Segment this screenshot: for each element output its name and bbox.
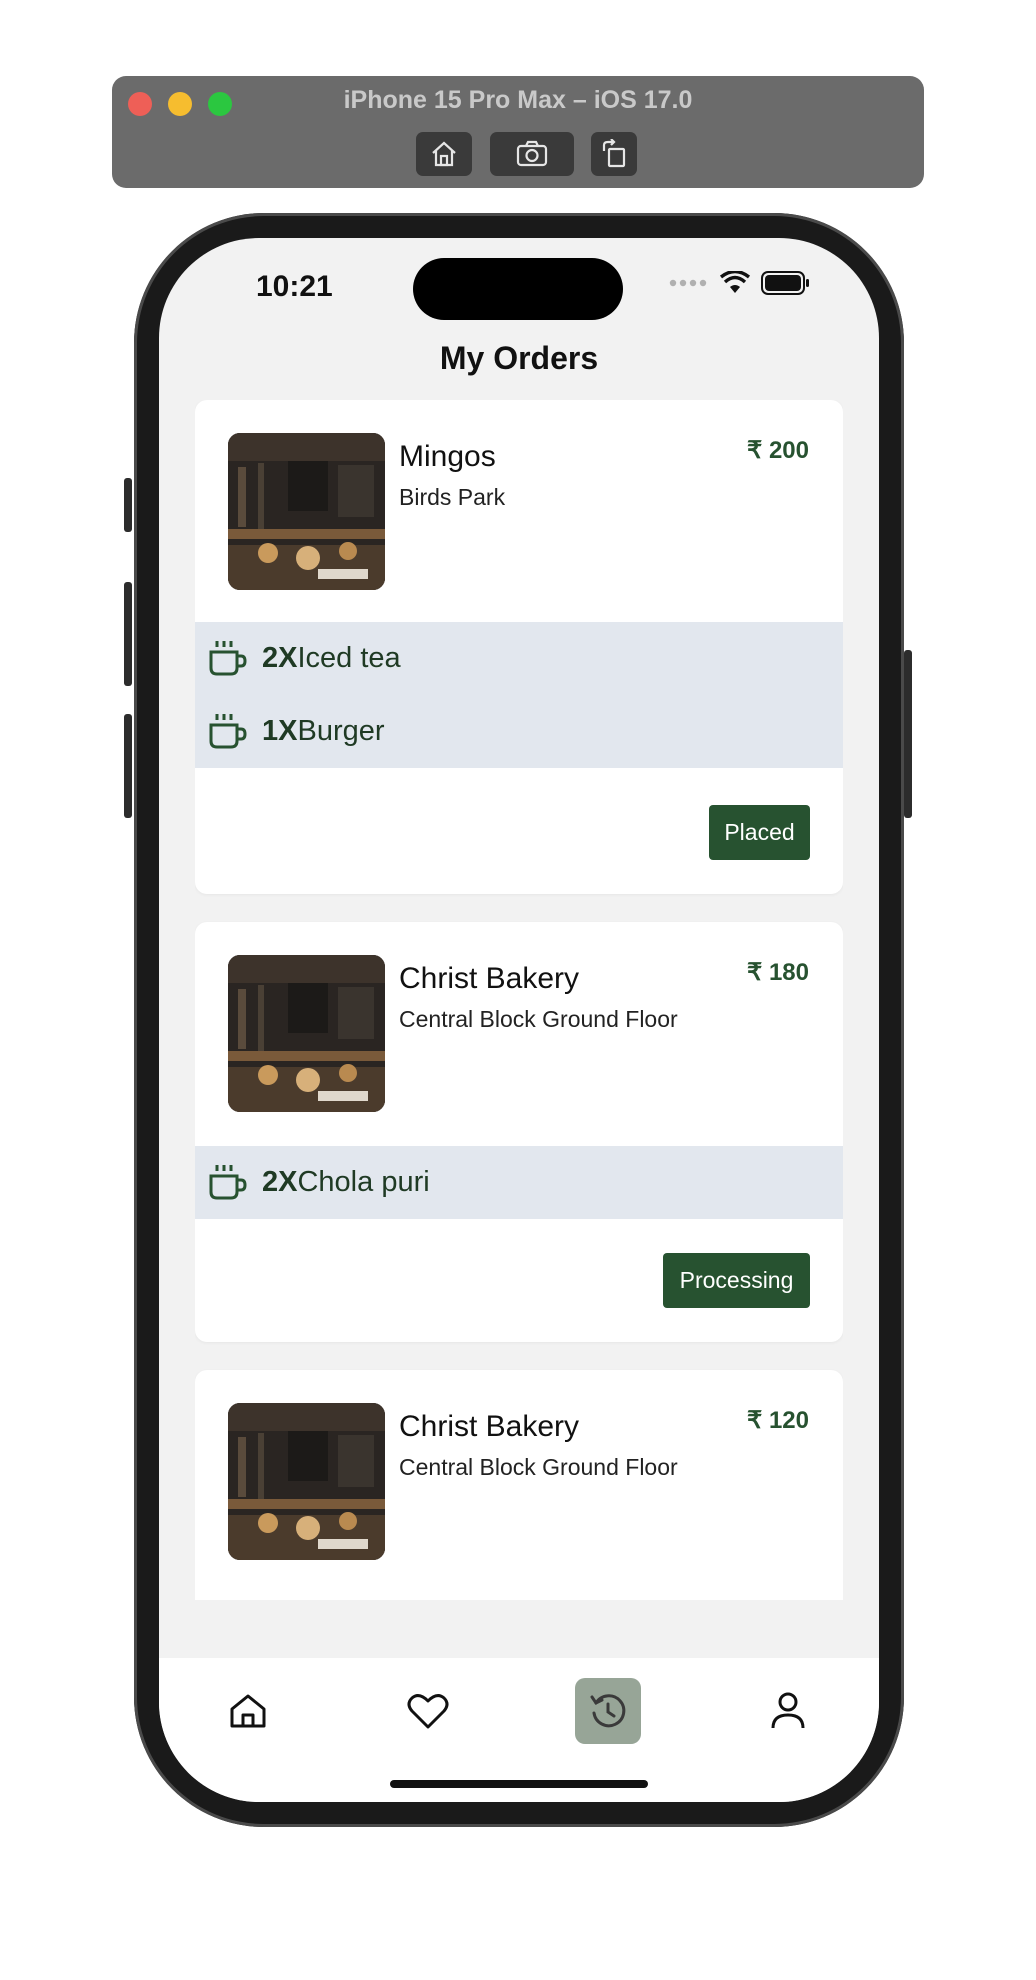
volume-down-button [124, 714, 132, 818]
order-items: 2XChola puri [195, 1146, 843, 1219]
screenshot-icon [516, 140, 548, 167]
cup-icon [209, 641, 247, 676]
order-item: 2XChola puri [195, 1146, 843, 1219]
simulator-title: iPhone 15 Pro Max – iOS 17.0 [343, 86, 693, 114]
vendor-location: Central Block Ground Floor [399, 1454, 678, 1480]
home-icon [230, 1694, 266, 1728]
vendor-image [228, 955, 385, 1112]
rotate-icon [602, 139, 626, 168]
order-item: 1XBurger [195, 695, 843, 768]
order-card[interactable]: Christ Bakery Central Block Ground Floor… [195, 1370, 843, 1600]
status-time: 10:21 [256, 270, 333, 303]
signal-icon [669, 279, 707, 287]
profile-icon [771, 1692, 805, 1729]
orders-list[interactable]: Mingos Birds Park ₹ 200 2XIced tea 1XBur… [195, 400, 843, 1600]
simulator-screenshot-button[interactable] [490, 132, 574, 176]
order-item: 2XIced tea [195, 622, 843, 695]
item-qty: 2X [262, 642, 298, 674]
home-indicator[interactable] [390, 1780, 648, 1788]
power-button [904, 650, 912, 818]
action-button [124, 478, 132, 532]
order-card[interactable]: Christ Bakery Central Block Ground Floor… [195, 922, 843, 1342]
wifi-icon [719, 271, 751, 293]
tab-favorites[interactable] [395, 1678, 461, 1744]
order-status-badge[interactable]: Placed [709, 805, 810, 860]
simulator-home-button[interactable] [416, 132, 472, 176]
vendor-location: Central Block Ground Floor [399, 1006, 678, 1032]
history-icon [590, 1694, 626, 1728]
volume-up-button [124, 582, 132, 686]
tab-history[interactable] [575, 1678, 641, 1744]
order-price: ₹ 120 [747, 1407, 809, 1434]
order-items: 2XIced tea 1XBurger [195, 622, 843, 768]
vendor-image [228, 1403, 385, 1560]
tab-profile[interactable] [755, 1678, 821, 1744]
status-icons [669, 270, 811, 296]
item-name: Iced tea [297, 642, 401, 674]
item-name: Burger [297, 715, 385, 747]
tab-home[interactable] [215, 1678, 281, 1744]
phone-screen: 10:21 My Orders Mingos Birds Park ₹ 200 … [159, 238, 879, 1802]
cup-icon [209, 1165, 247, 1200]
simulator-rotate-button[interactable] [591, 132, 637, 176]
order-price: ₹ 200 [747, 437, 809, 464]
item-qty: 1X [262, 715, 298, 747]
order-price: ₹ 180 [747, 959, 809, 986]
order-card[interactable]: Mingos Birds Park ₹ 200 2XIced tea 1XBur… [195, 400, 843, 894]
heart-icon [407, 1694, 449, 1729]
order-status-badge[interactable]: Processing [663, 1253, 810, 1308]
vendor-image [228, 433, 385, 590]
page-title: My Orders [439, 340, 599, 376]
home-icon [432, 141, 456, 167]
battery-icon [761, 271, 809, 295]
vendor-name: Christ Bakery [399, 1410, 580, 1443]
cup-icon [209, 714, 247, 749]
dynamic-island [413, 258, 623, 320]
item-name: Chola puri [297, 1166, 430, 1198]
vendor-name: Mingos [399, 440, 496, 473]
vendor-name: Christ Bakery [399, 962, 580, 995]
item-qty: 2X [262, 1166, 298, 1198]
vendor-location: Birds Park [399, 484, 506, 510]
